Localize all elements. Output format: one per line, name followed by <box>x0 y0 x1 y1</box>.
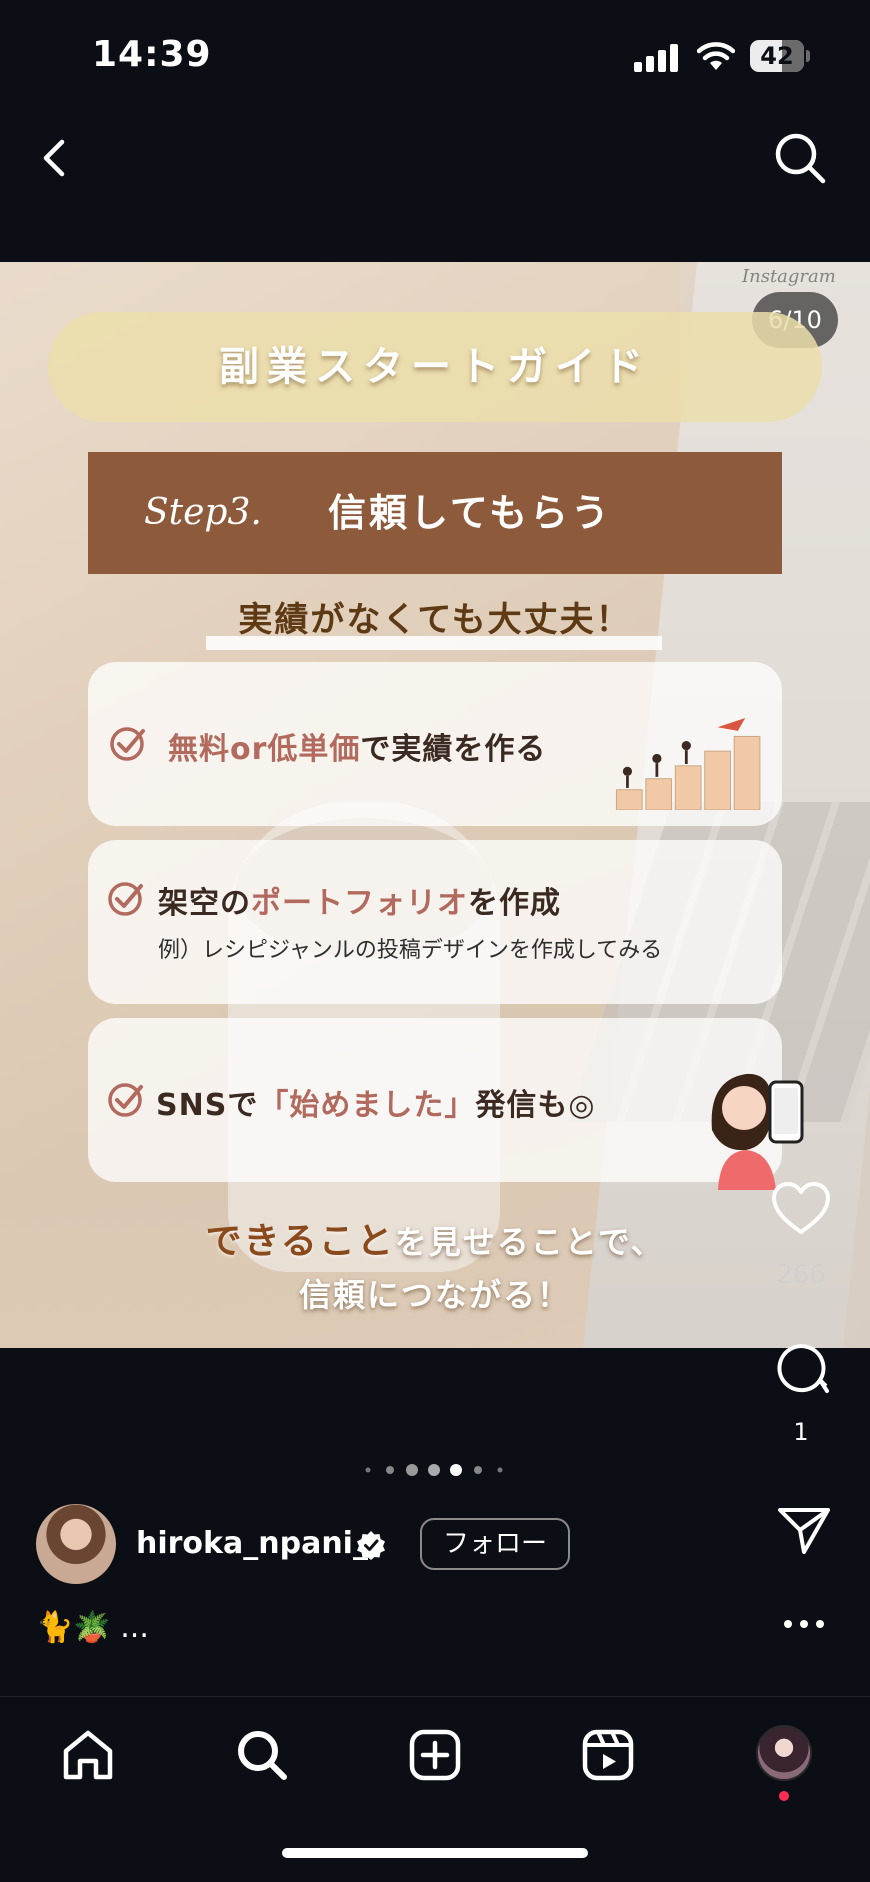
wifi-icon <box>697 42 735 70</box>
heart-icon[interactable] <box>770 1180 832 1236</box>
signal-icon <box>634 44 678 72</box>
tip-card-1: 無料or低単価で実績を作る <box>88 662 782 826</box>
search-icon[interactable] <box>234 1727 290 1783</box>
post-image[interactable]: Instagram 6/10 副業スタートガイド Step3. 信頼してもらう … <box>0 262 870 1348</box>
tip-2-text: 架空のポートフォリオを作成 <box>158 886 561 921</box>
avatar[interactable] <box>36 1504 116 1584</box>
comment-icon[interactable] <box>776 1340 832 1396</box>
profile-avatar[interactable] <box>756 1725 812 1781</box>
tip-1-text: 無料or低単価で実績を作る <box>168 732 547 767</box>
page-dots <box>365 1464 503 1476</box>
caption[interactable]: 🐈🪴 ... <box>36 1610 149 1645</box>
caption-emoji: 🐈🪴 <box>36 1610 111 1645</box>
check-circle-icon <box>108 882 143 916</box>
check-circle-icon <box>108 1083 143 1117</box>
caption-more[interactable]: ... <box>120 1610 149 1645</box>
tip-3-text: SNSで「始めました」発信も◎ <box>156 1088 596 1123</box>
create-icon[interactable] <box>407 1727 463 1783</box>
step-title: 信頼してもらう <box>328 491 612 535</box>
status-bar: 14:39 42 <box>0 0 870 110</box>
step-label: Step3. <box>144 492 262 533</box>
more-icon[interactable] <box>776 1612 832 1636</box>
footer-line-2: 信頼につながる！ <box>298 1276 571 1314</box>
guide-title: 副業スタートガイド <box>48 312 822 422</box>
username[interactable]: hiroka_npani_ <box>136 1526 368 1561</box>
woman-with-phone-illustration <box>711 1073 804 1190</box>
home-icon[interactable] <box>60 1727 116 1783</box>
chevron-left-icon[interactable] <box>30 130 80 186</box>
subtitle: 実績がなくても大丈夫！ <box>238 600 632 640</box>
status-time: 14:39 <box>92 34 212 75</box>
verified-badge-icon <box>357 1531 385 1560</box>
notification-dot <box>779 1791 789 1801</box>
battery-icon: 42 <box>750 40 810 72</box>
check-circle-icon <box>110 727 145 761</box>
footer-line-1: できることを見せることで、 <box>205 1221 665 1262</box>
tip-card-2: 架空のポートフォリオを作成 例）レシピジャンルの投稿デザインを作成してみる <box>88 840 782 1004</box>
home-indicator[interactable] <box>282 1848 588 1858</box>
send-icon[interactable] <box>776 1504 832 1556</box>
stairs-illustration <box>615 718 761 810</box>
reels-icon[interactable] <box>580 1727 636 1783</box>
tip-2-note: 例）レシピジャンルの投稿デザインを作成してみる <box>158 938 663 963</box>
instagram-watermark: Instagram <box>742 266 836 287</box>
battery-level: 42 <box>760 42 794 70</box>
comment-count: 1 <box>793 1418 809 1446</box>
follow-button[interactable]: フォロー <box>420 1518 570 1570</box>
step-banner: Step3. 信頼してもらう <box>88 452 782 574</box>
tip-card-3: SNSで「始めました」発信も◎ <box>88 1018 804 1190</box>
like-count: 266 <box>776 1260 826 1290</box>
search-icon[interactable] <box>772 130 828 186</box>
